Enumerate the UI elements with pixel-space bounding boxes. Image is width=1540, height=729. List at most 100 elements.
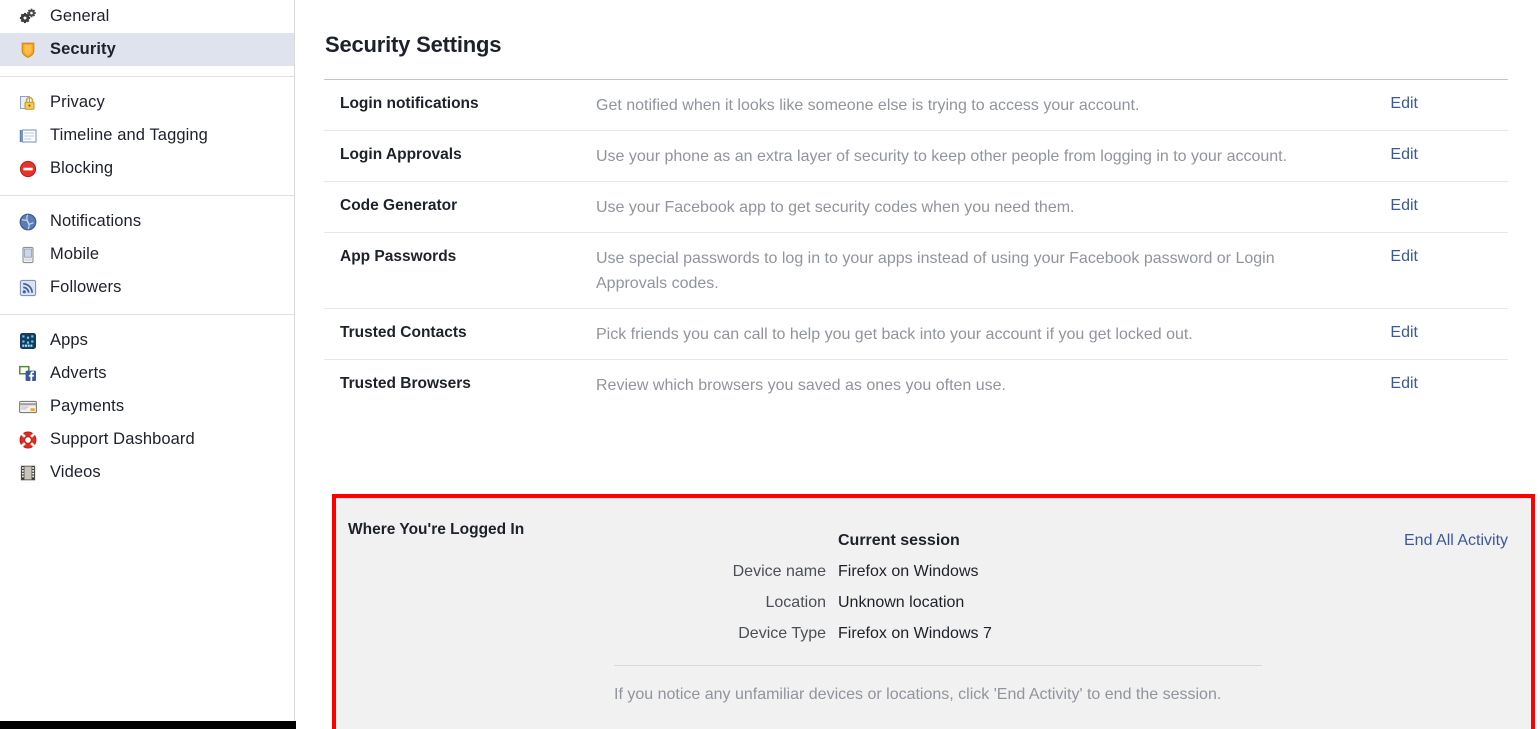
field-value: Firefox on Windows 7 — [838, 625, 992, 642]
adverts-icon — [18, 364, 38, 384]
setting-description: Use your phone as an extra layer of secu… — [596, 147, 1288, 165]
table-row: Code Generator Use your Facebook app to … — [324, 182, 1508, 233]
session-field-row: Device name Firefox on Windows — [612, 563, 1292, 585]
session-header-spacer: . — [612, 532, 838, 550]
sidebar-group-notifications: Notifications Mobile Followers — [0, 205, 294, 304]
setting-action: Edit — [1306, 93, 1426, 114]
sidebar-item-label: Mobile — [50, 245, 100, 263]
sidebar-item-security[interactable]: Security — [0, 33, 294, 66]
sidebar-divider — [0, 76, 294, 77]
sidebar-item-label: General — [50, 7, 110, 25]
sidebar-item-label: Notifications — [50, 212, 142, 230]
gears-icon — [18, 7, 38, 27]
setting-name: Trusted Browsers — [340, 374, 471, 392]
setting-name: App Passwords — [340, 247, 457, 265]
film-icon — [18, 463, 38, 483]
setting-description: Get notified when it looks like someone … — [596, 96, 1140, 114]
sidebar-divider — [0, 314, 294, 315]
setting-action: Edit — [1306, 322, 1426, 343]
page-title: Security Settings — [325, 31, 502, 57]
setting-name: Code Generator — [340, 196, 458, 214]
globe-icon — [18, 212, 38, 232]
sidebar-item-support-dashboard[interactable]: Support Dashboard — [0, 423, 294, 456]
sidebar-item-label: Adverts — [50, 364, 107, 382]
settings-sidebar: General Security Privacy Timeline and Ta… — [0, 0, 295, 729]
session-field-row: Location Unknown location — [612, 594, 1292, 616]
table-row: Login notifications Get notified when it… — [324, 80, 1508, 131]
sidebar-item-label: Blocking — [50, 159, 114, 177]
field-value: Unknown location — [838, 594, 965, 611]
setting-name: Where You're Logged In — [348, 521, 525, 538]
sidebar-item-label: Payments — [50, 397, 125, 415]
sidebar-item-notifications[interactable]: Notifications — [0, 205, 294, 238]
field-label: Device Type — [738, 625, 826, 642]
sidebar-item-payments[interactable]: Payments — [0, 390, 294, 423]
panel-divider — [614, 665, 1262, 666]
sidebar-item-label: Followers — [50, 278, 122, 296]
sidebar-item-general[interactable]: General — [0, 0, 294, 33]
table-row: Trusted Browsers Review which browsers y… — [324, 360, 1508, 410]
edit-link[interactable]: Edit — [1390, 246, 1418, 267]
setting-action: Edit — [1306, 246, 1426, 267]
sidebar-item-label: Timeline and Tagging — [50, 126, 208, 144]
sidebar-item-mobile[interactable]: Mobile — [0, 238, 294, 271]
edit-link[interactable]: Edit — [1390, 144, 1418, 165]
setting-action: Edit — [1306, 373, 1426, 394]
setting-action: Edit — [1306, 195, 1426, 216]
security-settings-table: Login notifications Get notified when it… — [324, 78, 1508, 410]
field-label: Location — [765, 594, 827, 611]
session-header-row: . Current session — [612, 532, 1292, 554]
sidebar-item-privacy[interactable]: Privacy — [0, 86, 294, 119]
sidebar-item-label: Support Dashboard — [50, 430, 195, 448]
sidebar-item-timeline-and-tagging[interactable]: Timeline and Tagging — [0, 119, 294, 152]
setting-name: Trusted Contacts — [340, 323, 467, 341]
timeline-icon — [18, 126, 38, 146]
session-note: If you notice any unfamiliar devices or … — [614, 686, 1222, 703]
shield-icon — [18, 40, 38, 60]
sidebar-item-videos[interactable]: Videos — [0, 456, 294, 489]
sidebar-item-label: Apps — [50, 331, 89, 349]
setting-name: Login Approvals — [340, 145, 462, 163]
setting-description: Pick friends you can call to help you ge… — [596, 325, 1193, 343]
bottom-edge-bar — [0, 721, 296, 729]
where-youre-logged-in-panel: Where You're Logged In . Current session… — [336, 498, 1531, 729]
session-field-row: Device Type Firefox on Windows 7 — [612, 625, 1292, 647]
sidebar-item-blocking[interactable]: Blocking — [0, 152, 294, 185]
field-label: Device name — [732, 563, 826, 580]
apps-icon — [18, 331, 38, 351]
sidebar-item-followers[interactable]: Followers — [0, 271, 294, 304]
credit-card-icon — [18, 397, 38, 417]
sidebar-item-adverts[interactable]: Adverts — [0, 357, 294, 390]
sidebar-group-account: General Security — [0, 0, 294, 66]
sidebar-item-apps[interactable]: Apps — [0, 324, 294, 357]
session-details: . Current session Device name Firefox on… — [612, 532, 1292, 647]
edit-link[interactable]: Edit — [1390, 373, 1418, 394]
setting-description: Use your Facebook app to get security co… — [596, 198, 1075, 216]
table-row: Login Approvals Use your phone as an ext… — [324, 131, 1508, 182]
end-all-activity-link[interactable]: End All Activity — [1404, 532, 1508, 550]
setting-description: Review which browsers you saved as ones … — [596, 376, 1006, 394]
current-session-block: . Current session Device name Firefox on… — [612, 532, 1508, 656]
setting-name: Login notifications — [340, 94, 479, 112]
edit-link[interactable]: Edit — [1390, 195, 1418, 216]
sidebar-item-label: Privacy — [50, 93, 105, 111]
sidebar-item-label: Videos — [50, 463, 101, 481]
sidebar-group-privacy: Privacy Timeline and Tagging Blocking — [0, 86, 294, 185]
edit-link[interactable]: Edit — [1390, 93, 1418, 114]
setting-description: Use special passwords to log in to your … — [596, 249, 1275, 292]
mobile-icon — [18, 245, 38, 265]
table-row: App Passwords Use special passwords to l… — [324, 233, 1508, 309]
table-row: Trusted Contacts Pick friends you can ca… — [324, 309, 1508, 360]
sidebar-item-label: Security — [50, 40, 116, 58]
lifebuoy-icon — [18, 430, 38, 450]
block-icon — [18, 159, 38, 179]
sidebar-group-apps: Apps Adverts Payments Support Dashboard … — [0, 324, 294, 489]
current-session-label: Current session — [838, 532, 960, 549]
rss-icon — [18, 278, 38, 298]
lock-icon — [18, 93, 38, 113]
field-value: Firefox on Windows — [838, 563, 979, 580]
where-youre-logged-in-highlight: Where You're Logged In . Current session… — [332, 494, 1535, 729]
security-settings-page: General Security Privacy Timeline and Ta… — [0, 0, 1540, 729]
edit-link[interactable]: Edit — [1390, 322, 1418, 343]
sidebar-divider — [0, 195, 294, 196]
